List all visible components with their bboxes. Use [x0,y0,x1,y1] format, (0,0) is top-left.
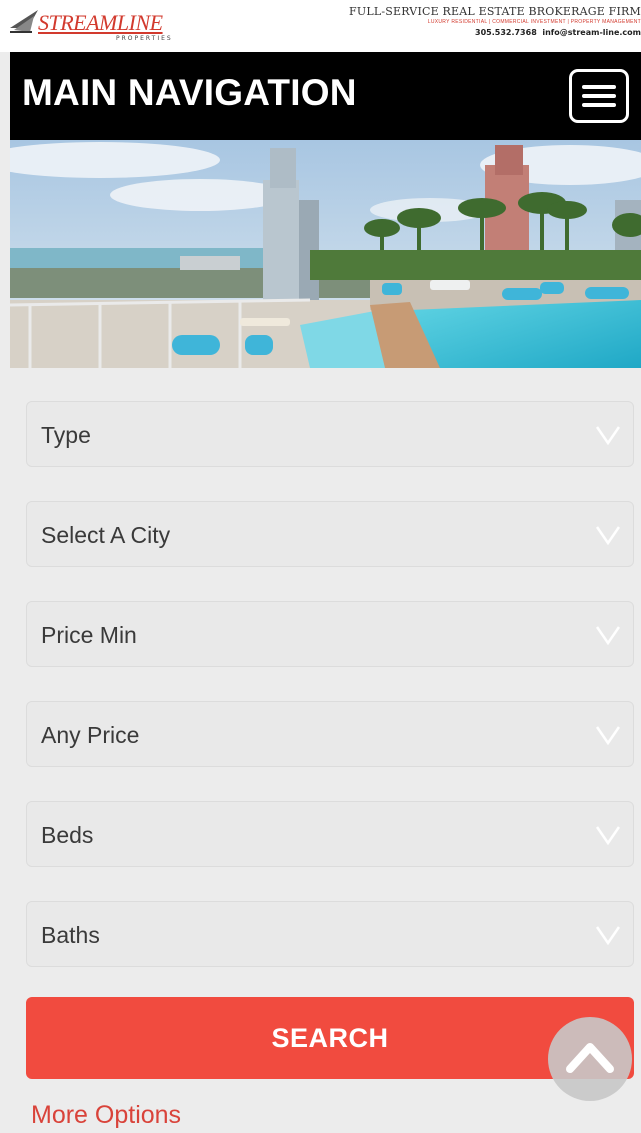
phone-number[interactable]: 305.532.7368 [475,28,537,37]
site-header: STREAMLINE PROPERTIES FULL-SERVICE REAL … [0,0,641,52]
chevron-down-icon [595,426,621,446]
price-min-select[interactable]: Price Min [26,601,634,667]
chevron-down-icon [595,726,621,746]
hamburger-menu-icon[interactable] [569,69,629,123]
contact-info: 305.532.7368 info@stream-line.com [331,27,641,38]
streamline-logo[interactable]: STREAMLINE PROPERTIES [8,6,188,44]
main-navigation-bar: MAIN NAVIGATION [10,52,641,140]
nav-title: MAIN NAVIGATION [22,72,357,113]
chevron-down-icon [595,826,621,846]
type-select[interactable]: Type [26,401,634,467]
logo-mark-icon [10,10,38,33]
price-max-select[interactable]: Any Price [26,701,634,767]
hero-image [10,140,641,368]
scroll-to-top-button[interactable] [548,1017,632,1101]
hero-illustration [10,140,641,368]
logo-subtitle: PROPERTIES [116,35,173,42]
chevron-down-icon [595,626,621,646]
baths-select-label: Baths [41,922,100,948]
logo-wordmark: STREAMLINE [38,10,163,35]
tagline-services: LUXURY RESIDENTIAL | COMMERCIAL INVESTME… [427,19,641,25]
beds-select-label: Beds [41,822,94,848]
baths-select[interactable]: Baths [26,901,634,967]
chevron-down-icon [595,526,621,546]
chevron-down-icon [595,926,621,946]
price-max-select-label: Any Price [41,722,140,748]
type-select-label: Type [41,422,91,448]
header-tagline: FULL-SERVICE REAL ESTATE BROKERAGE FIRM … [331,5,641,38]
search-button[interactable]: SEARCH [26,997,634,1079]
email-link[interactable]: info@stream-line.com [542,28,641,37]
tagline-main: FULL-SERVICE REAL ESTATE BROKERAGE FIRM [349,5,641,18]
property-search-form: Type Select A City Price Min Any Price B… [0,368,641,1133]
city-select-label: Select A City [41,522,171,548]
chevron-up-icon [566,1043,614,1073]
more-options-link[interactable]: More Options [31,1101,181,1130]
beds-select[interactable]: Beds [26,801,634,867]
price-min-select-label: Price Min [41,622,137,648]
city-select[interactable]: Select A City [26,501,634,567]
